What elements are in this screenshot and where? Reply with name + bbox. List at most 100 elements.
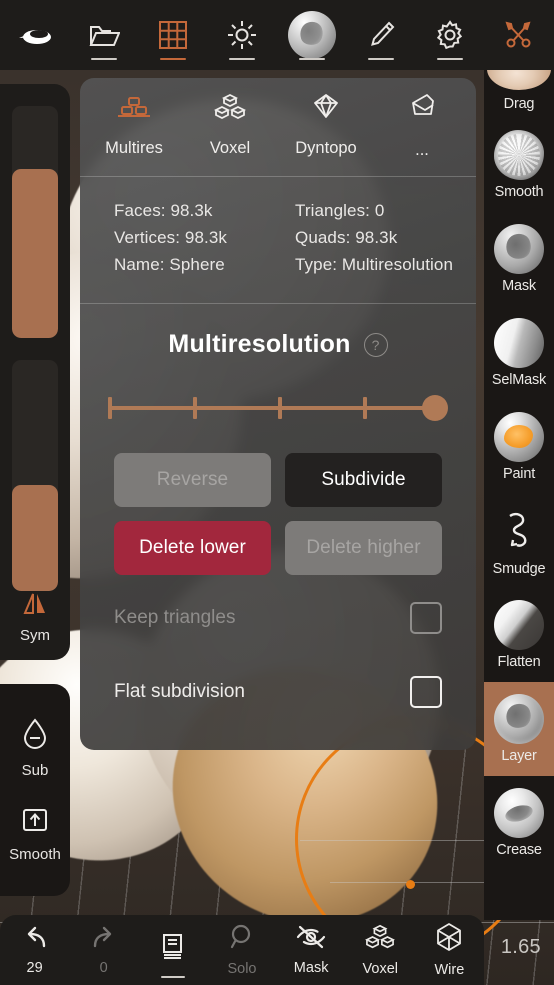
undo-count: 29 xyxy=(26,960,43,976)
multires-panel: Multires Voxel Dyntopo ... Faces: 98.3k … xyxy=(80,78,476,750)
brush-label: Smooth xyxy=(494,184,544,200)
flat-subdivision-checkbox[interactable] xyxy=(410,676,442,708)
brush-submenu-dash xyxy=(367,54,394,60)
mask-toggle-button[interactable]: Mask xyxy=(277,915,346,985)
tools-button[interactable] xyxy=(485,0,554,70)
intensity-slider[interactable] xyxy=(12,359,58,591)
tools-wrench-icon xyxy=(504,20,534,50)
brush-item-crease[interactable]: Crease xyxy=(484,776,554,870)
symmetry-mirror-icon xyxy=(20,591,50,622)
selmask-brush-thumbnail xyxy=(494,318,544,368)
mesh-stats: Faces: 98.3k Triangles: 0 Vertices: 98.3… xyxy=(80,177,476,297)
stat-vertices: Vertices: 98.3k xyxy=(114,228,228,247)
flatten-brush-thumbnail xyxy=(494,600,544,650)
stat-name: Name: Sphere xyxy=(114,255,225,274)
brush-label: Drag xyxy=(503,96,535,112)
brush-item-drag[interactable]: Drag xyxy=(484,48,554,118)
stat-triangles: Triangles: 0 xyxy=(295,201,385,220)
material-sphere-icon xyxy=(287,11,336,59)
lighting-submenu-dash xyxy=(229,54,256,60)
brush-item-smooth[interactable]: Smooth xyxy=(484,118,554,212)
flat-subdivision-row[interactable]: Flat subdivision xyxy=(80,661,476,723)
files-button[interactable] xyxy=(69,0,138,70)
scene-submenu-dash xyxy=(160,54,187,60)
smooth-button[interactable]: Smooth xyxy=(9,805,61,863)
mask-label: Mask xyxy=(293,960,329,976)
folder-icon xyxy=(88,21,120,49)
tab-voxel[interactable]: Voxel xyxy=(182,92,278,160)
solo-magnifier-icon xyxy=(228,923,256,956)
delete-lower-button[interactable]: Delete lower xyxy=(114,521,271,575)
lighting-button[interactable] xyxy=(208,0,277,70)
radius-slider-fill xyxy=(12,168,58,338)
tab-label: Multires xyxy=(105,139,163,157)
tab-dyntopo[interactable]: Dyntopo xyxy=(278,92,374,160)
radius-slider[interactable] xyxy=(12,106,58,338)
right-sidebar: Drag Smooth Mask SelMask Paint Smudge Fl… xyxy=(484,48,554,920)
dyntopo-diamond-icon xyxy=(308,92,344,127)
tab-label: ... xyxy=(415,141,429,159)
voxel-toggle-button[interactable]: Voxel xyxy=(346,915,415,985)
undo-button[interactable]: 29 xyxy=(0,915,69,985)
intensity-slider-fill xyxy=(12,484,58,591)
brush-label: Crease xyxy=(496,842,542,858)
brush-label: Mask xyxy=(502,278,536,294)
brush-item-paint[interactable]: Paint xyxy=(484,400,554,494)
material-submenu-dash xyxy=(298,54,325,60)
brush-label: Smudge xyxy=(492,560,546,577)
keep-triangles-row[interactable]: Keep triangles xyxy=(80,587,476,649)
bottom-toolbar: 29 0 Solo Mask Voxel Wire xyxy=(0,915,484,985)
brush-cursor-value: 1.65 xyxy=(500,936,541,958)
material-button[interactable] xyxy=(277,0,346,70)
brush-settings-button[interactable] xyxy=(346,0,415,70)
brush-pen-icon xyxy=(367,20,395,50)
redo-arrow-icon xyxy=(89,924,119,955)
brush-label: Layer xyxy=(501,748,537,764)
left-sidebar-lower: Sub Smooth xyxy=(0,684,70,896)
smudge-brush-icon xyxy=(496,506,542,557)
settings-button[interactable] xyxy=(416,0,485,70)
symmetry-label: Sym xyxy=(20,627,50,644)
multires-actions: Reverse Subdivide Delete lower Delete hi… xyxy=(80,423,476,575)
tab-more[interactable]: ... xyxy=(374,92,470,160)
stat-faces: Faces: 98.3k xyxy=(114,201,213,220)
left-sidebar: Sym xyxy=(0,84,70,660)
delete-higher-button[interactable]: Delete higher xyxy=(285,521,442,575)
slider-tick xyxy=(363,397,367,419)
mask-brush-thumbnail xyxy=(494,224,544,274)
wire-toggle-button[interactable]: Wire xyxy=(415,915,484,985)
scene-button[interactable] xyxy=(139,0,208,70)
multires-level-slider[interactable] xyxy=(108,393,448,423)
reverse-button[interactable]: Reverse xyxy=(114,453,271,507)
panel-tab-bar: Multires Voxel Dyntopo ... xyxy=(80,78,476,170)
brush-item-flatten[interactable]: Flatten xyxy=(484,588,554,682)
smooth-label: Smooth xyxy=(9,846,61,864)
tab-multires[interactable]: Multires xyxy=(86,92,182,160)
solo-button[interactable]: Solo xyxy=(207,915,276,985)
wire-label: Wire xyxy=(434,962,465,978)
symmetry-button[interactable]: Sym xyxy=(20,591,50,644)
lighting-sun-icon xyxy=(227,20,257,50)
layers-list-icon xyxy=(159,932,187,969)
slider-knob[interactable] xyxy=(422,395,448,421)
wire-polyhedron-icon xyxy=(434,922,464,957)
stat-type: Type: Multiresolution xyxy=(295,255,454,274)
flat-subdivision-label: Flat subdivision xyxy=(114,681,245,702)
brush-item-selmask[interactable]: SelMask xyxy=(484,306,554,400)
subdivide-button[interactable]: Subdivide xyxy=(285,453,442,507)
brush-item-layer[interactable]: Layer xyxy=(484,682,554,776)
layers-button[interactable] xyxy=(138,915,207,985)
settings-submenu-dash xyxy=(437,54,464,60)
sub-droplet-icon xyxy=(20,717,50,756)
redo-button[interactable]: 0 xyxy=(69,915,138,985)
keep-triangles-checkbox[interactable] xyxy=(410,602,442,634)
brush-item-smudge[interactable]: Smudge xyxy=(484,494,554,588)
pebble-logo-button[interactable] xyxy=(0,0,69,70)
pebble-logo-icon xyxy=(17,24,53,46)
app-root: 1.65 Sym Sub Smooth Drag Smooth Mask Sel… xyxy=(0,0,554,985)
sub-button[interactable]: Sub xyxy=(20,717,50,779)
brush-item-mask[interactable]: Mask xyxy=(484,212,554,306)
brush-label: Flatten xyxy=(497,654,541,670)
help-icon[interactable]: ? xyxy=(363,332,388,357)
solo-label: Solo xyxy=(227,961,257,977)
